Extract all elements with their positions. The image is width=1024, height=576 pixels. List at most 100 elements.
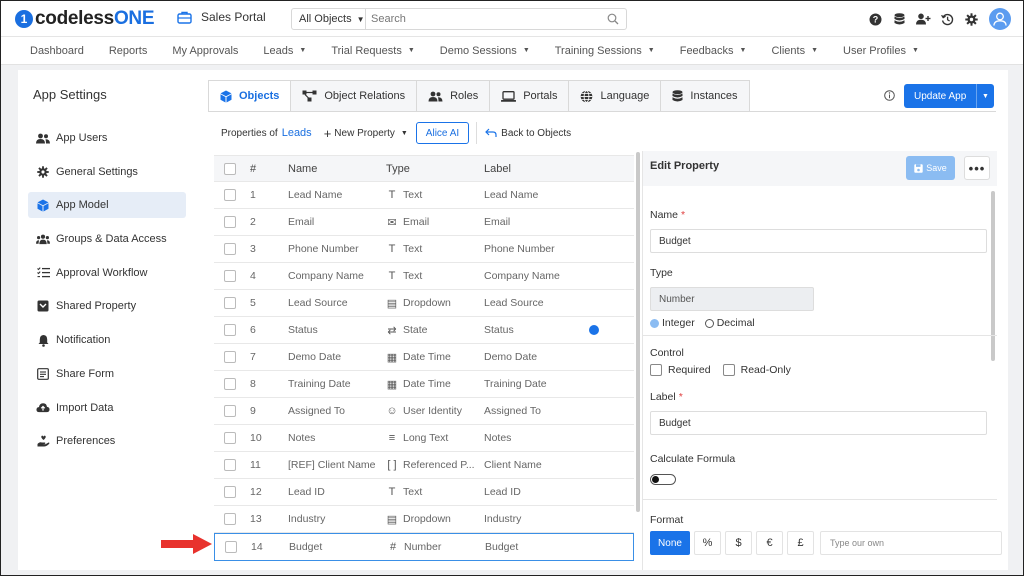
custom-format-input[interactable]: Type our own [820, 531, 1002, 555]
sidebar-item-notification[interactable]: Notification [28, 327, 186, 353]
formula-toggle[interactable] [650, 474, 676, 485]
tab-object-relations[interactable]: Object Relations [290, 80, 417, 112]
save-button[interactable]: Save [906, 156, 955, 180]
select-all-checkbox[interactable] [224, 162, 236, 175]
row-checkbox[interactable] [224, 486, 236, 498]
header-type[interactable]: Type [386, 163, 410, 175]
logo[interactable]: 1 codelessONE [15, 8, 155, 30]
tab-objects[interactable]: Objects [208, 80, 291, 112]
tab-language[interactable]: Language [568, 80, 661, 112]
table-row[interactable]: 7 Demo Date ▦ Date Time Demo Date [214, 344, 634, 371]
info-icon[interactable] [884, 90, 895, 104]
format-none-button[interactable]: None [650, 531, 690, 555]
name-input[interactable]: Budget [650, 229, 987, 253]
back-to-objects-button[interactable]: Back to Objects [485, 128, 571, 139]
table-row[interactable]: 12 Lead ID T Text Lead ID [214, 479, 634, 506]
nav-clients[interactable]: Clients ▼ [771, 45, 818, 57]
table-row[interactable]: 2 Email ✉ Email Email [214, 209, 634, 236]
integer-radio[interactable] [650, 318, 659, 328]
search-scope-select[interactable]: All Objects ▼ [292, 9, 366, 29]
row-checkbox[interactable] [224, 270, 236, 282]
nav-leads[interactable]: Leads ▼ [263, 45, 306, 57]
sidebar-item-groups-data-access[interactable]: Groups & Data Access [28, 226, 186, 252]
row-checkbox[interactable] [224, 432, 236, 444]
decimal-radio[interactable] [704, 318, 714, 328]
add-user-icon[interactable] [911, 7, 935, 31]
sidebar-item-app-model[interactable]: App Model [28, 192, 186, 219]
row-checkbox[interactable] [224, 513, 236, 525]
format-dollar-button[interactable]: $ [725, 531, 752, 555]
alice-ai-button[interactable]: Alice AI [415, 122, 470, 144]
tab-portals[interactable]: Portals [489, 80, 569, 112]
row-label: Client Name [484, 459, 542, 471]
readonly-checkbox[interactable] [722, 364, 735, 376]
sidebar-item-label: App Model [56, 199, 109, 212]
row-type-label: Date Time [403, 378, 451, 390]
portal-switcher[interactable]: Sales Portal [177, 10, 266, 24]
sidebar-item-shared-property[interactable]: Shared Property [28, 293, 186, 319]
row-checkbox[interactable] [224, 378, 236, 390]
table-row[interactable]: 10 Notes ≡ Long Text Notes [214, 425, 634, 452]
table-row[interactable]: 11 [REF] Client Name [ ] Referenced P... Cli… [214, 452, 634, 479]
nav-demo-sessions[interactable]: Demo Sessions ▼ [440, 45, 530, 57]
row-checkbox[interactable] [224, 324, 236, 336]
row-type: # Number [387, 541, 441, 553]
more-options-button[interactable]: ••• [964, 156, 990, 180]
sidebar-item-general-settings[interactable]: General Settings [28, 159, 186, 185]
row-checkbox[interactable] [225, 541, 237, 553]
header-label[interactable]: Label [484, 163, 511, 175]
nav-dashboard[interactable]: Dashboard [30, 45, 84, 57]
table-row[interactable]: 14 Budget # Number Budget [214, 533, 634, 561]
tab-instances[interactable]: Instances [660, 80, 750, 112]
nav-my-approvals[interactable]: My Approvals [172, 45, 238, 57]
table-row[interactable]: 5 Lead Source ▤ Dropdown Lead Source [214, 290, 634, 317]
sidebar-item-preferences[interactable]: Preferences [28, 428, 186, 454]
header-name[interactable]: Name [288, 163, 317, 175]
help-icon[interactable]: ? [863, 7, 887, 31]
new-property-button[interactable]: + New Property ▼ [324, 126, 408, 141]
tab-roles[interactable]: Roles [416, 80, 490, 112]
nav-trial-requests[interactable]: Trial Requests ▼ [331, 45, 414, 57]
new-property-label: New Property [334, 127, 395, 139]
row-checkbox[interactable] [224, 243, 236, 255]
row-checkbox[interactable] [224, 459, 236, 471]
chevron-down-icon: ▼ [912, 47, 919, 54]
preferences-icon [36, 434, 50, 448]
table-row[interactable]: 3 Phone Number T Text Phone Number [214, 236, 634, 263]
sidebar-item-approval-workflow[interactable]: Approval Workflow [28, 260, 186, 286]
required-checkbox[interactable] [650, 364, 662, 376]
format-pound-button[interactable]: £ [787, 531, 814, 555]
search-icon[interactable] [600, 13, 626, 25]
nav-user-profiles[interactable]: User Profiles ▼ [843, 45, 919, 57]
nav-feedbacks[interactable]: Feedbacks ▼ [680, 45, 747, 57]
search-input[interactable] [366, 13, 600, 25]
database-icon[interactable] [887, 7, 911, 31]
settings-icon[interactable] [959, 7, 983, 31]
row-checkbox[interactable] [224, 405, 236, 417]
history-icon[interactable] [935, 7, 959, 31]
table-row[interactable]: 6 Status ⇄ State Status [214, 317, 634, 344]
table-row[interactable]: 13 Industry ▤ Dropdown Industry [214, 506, 634, 533]
table-row[interactable]: 1 Lead Name T Text Lead Name [214, 182, 634, 209]
relations-icon [302, 90, 317, 102]
nav-reports[interactable]: Reports [109, 45, 148, 57]
row-checkbox[interactable] [224, 189, 236, 201]
table-row[interactable]: 9 Assigned To ☺ User Identity Assigned To [214, 398, 634, 425]
table-scrollbar[interactable] [636, 152, 640, 512]
table-row[interactable]: 8 Training Date ▦ Date Time Training Date [214, 371, 634, 398]
row-checkbox[interactable] [224, 297, 236, 309]
format-euro-button[interactable]: € [756, 531, 783, 555]
format-percent-button[interactable]: % [694, 531, 721, 555]
sidebar-item-app-users[interactable]: App Users [28, 125, 186, 151]
object-name-link[interactable]: Leads [282, 127, 312, 139]
sidebar-item-share-form[interactable]: Share Form [28, 361, 186, 387]
row-checkbox[interactable] [224, 351, 236, 363]
table-row[interactable]: 4 Company Name T Text Company Name [214, 263, 634, 290]
label-input[interactable]: Budget [650, 411, 987, 435]
row-checkbox[interactable] [224, 216, 236, 228]
update-app-button[interactable]: Update App ▼ [904, 84, 994, 108]
nav-training-sessions[interactable]: Training Sessions ▼ [555, 45, 655, 57]
avatar[interactable] [989, 8, 1011, 30]
chevron-down-icon[interactable]: ▼ [976, 84, 994, 108]
sidebar-item-import-data[interactable]: Import Data [28, 395, 186, 421]
